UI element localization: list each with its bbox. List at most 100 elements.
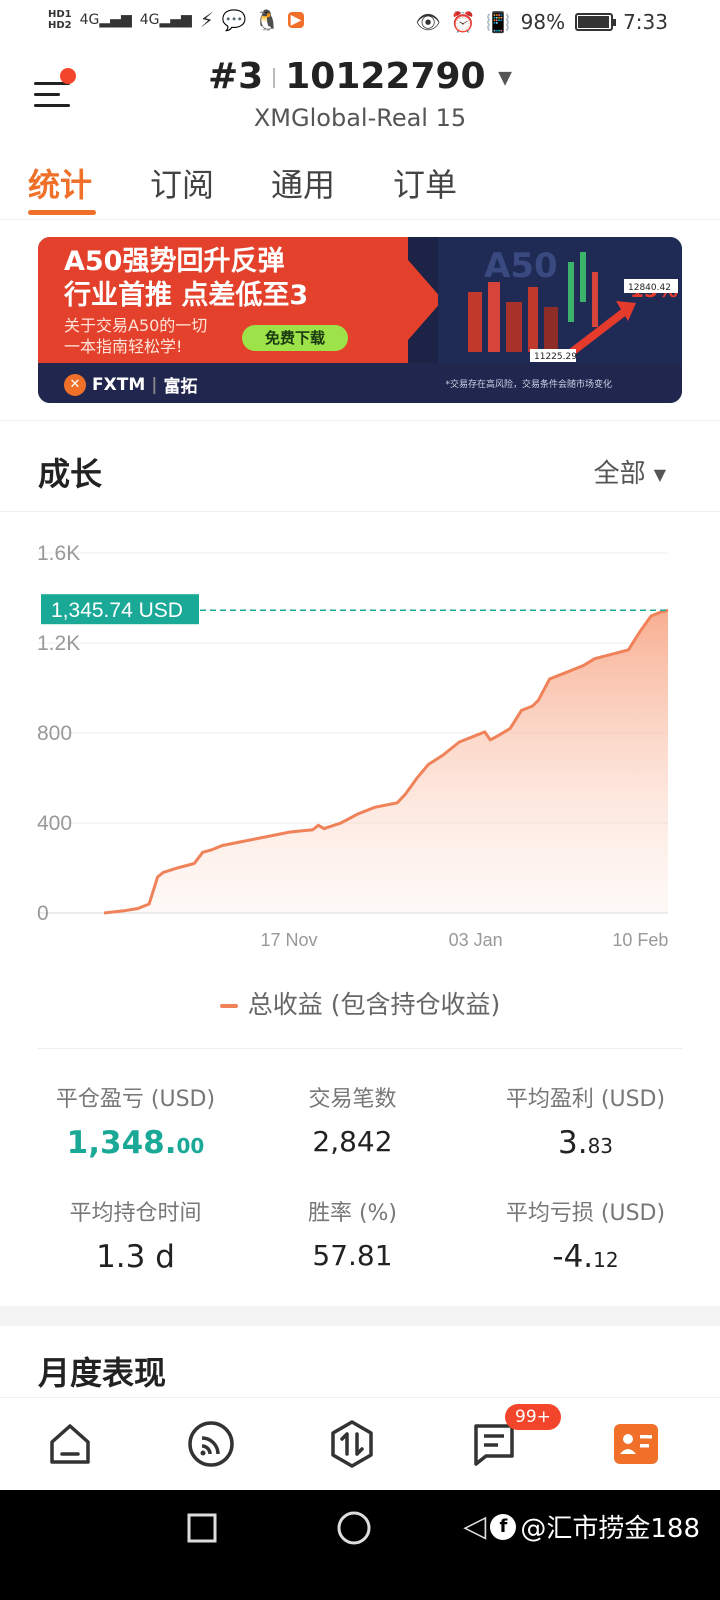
art-price-low: 11225.29 xyxy=(534,352,577,362)
tab-orders[interactable]: 订单 xyxy=(393,160,457,206)
clock: 7:33 xyxy=(623,10,668,34)
stat-int: 3. xyxy=(557,1125,588,1161)
account-prefix: #3 xyxy=(208,56,264,97)
monthly-title: 月度表现 xyxy=(38,1354,167,1392)
fxtm-brand: FXTM xyxy=(92,374,146,395)
trade-icon[interactable] xyxy=(326,1418,378,1470)
wifi-icon: ⚡ xyxy=(199,8,214,32)
art-bar-4 xyxy=(528,287,538,352)
y-tick-label: 0 xyxy=(37,902,49,925)
stat-win-rate: 胜率 (%) 57.81 xyxy=(245,1195,460,1272)
y-tick-label: 1.6K xyxy=(37,542,80,565)
alarm-icon: ⏰ xyxy=(450,10,476,34)
period-filter-label: 全部 xyxy=(593,459,646,489)
stat-label: 交易笔数 xyxy=(308,1087,397,1112)
messages-badge: 99+ xyxy=(505,1404,561,1430)
eye-icon: 👁 xyxy=(415,10,441,34)
banner-subtext: 关于交易A50的一切 一本指南轻松学! xyxy=(64,315,207,357)
banner-sub-1: 关于交易A50的一切 xyxy=(64,316,208,335)
account-separator xyxy=(273,68,276,88)
battery-fill xyxy=(578,16,610,28)
ad-banner[interactable]: A50强势回升反弹 行业首推 点差低至3 关于交易A50的一切 一本指南轻松学!… xyxy=(38,237,682,403)
art-bar-1 xyxy=(468,292,482,352)
home-circle-icon[interactable] xyxy=(336,1510,372,1546)
art-a50-text: A50 xyxy=(484,246,558,286)
home-icon[interactable] xyxy=(44,1418,96,1470)
y-tick-label: 1.2K xyxy=(37,632,80,655)
y-tick-label: 800 xyxy=(37,722,72,745)
art-bar-5 xyxy=(544,307,558,352)
profile-icon[interactable] xyxy=(610,1418,662,1470)
account-selector[interactable]: #3 10122790 ▼ xyxy=(0,56,720,97)
stat-int: 1.3 d xyxy=(96,1239,175,1275)
banner-sub-2: 一本指南轻松学! xyxy=(64,337,183,356)
stat-dec: 83 xyxy=(587,1134,614,1158)
stat-avg-profit: 平均盈利 (USD) 3.83 xyxy=(478,1081,693,1161)
banner-arrow-shape xyxy=(388,237,443,363)
stat-closed-pnl: 平仓盈亏 (USD) 1,348.00 xyxy=(28,1081,243,1161)
banner-footer: ✕ FXTM | 富拓 *交易存在高风险，交易条件会随市场变化 xyxy=(38,363,682,403)
hd2-label: HD2 xyxy=(48,20,72,31)
status-right: 👁 ⏰ 📳 98% 7:33 xyxy=(415,10,668,34)
section-gap xyxy=(0,1306,720,1326)
art-price-high: 12840.42 xyxy=(628,283,671,293)
banner-headline-1: A50强势回升反弹 xyxy=(64,246,285,277)
art-candle-3 xyxy=(592,272,598,327)
stat-label: 平均亏损 (USD) xyxy=(505,1201,666,1226)
banner-disclaimer: *交易存在高风险，交易条件会随市场变化 xyxy=(445,380,612,390)
chevron-down-icon: ▼ xyxy=(653,465,666,484)
stat-int: 2,842 xyxy=(312,1125,393,1158)
bottom-nav: 99+ xyxy=(0,1397,720,1490)
status-bar: HD1 HD2 4G▂▄▆ 4G▂▄▆ ⚡ 💬 🐧 ▶ 👁 ⏰ 📳 98% 7:… xyxy=(0,0,720,48)
stat-value: -4.12 xyxy=(478,1239,693,1275)
recents-icon[interactable] xyxy=(186,1512,218,1544)
qq-icon: 🐧 xyxy=(254,8,280,32)
feed-icon[interactable] xyxy=(185,1418,237,1470)
stat-value: 3.83 xyxy=(478,1125,693,1161)
back-icon[interactable]: ◁ xyxy=(463,1509,486,1544)
tab-subscribe[interactable]: 订阅 xyxy=(150,160,214,206)
signal-2-icon: 4G▂▄▆ xyxy=(139,12,192,28)
facebook-icon: f xyxy=(490,1513,517,1540)
art-candle-2 xyxy=(580,252,586,302)
stat-int: 1,348. xyxy=(66,1125,177,1161)
growth-area xyxy=(104,610,668,913)
art-bar-3 xyxy=(506,302,522,352)
signal-2-label: 4G xyxy=(139,12,160,28)
growth-title: 成长 xyxy=(38,455,103,493)
y-tick-label: 400 xyxy=(37,812,72,835)
banner-artwork: A50 15% 12840.42 11225.29 xyxy=(438,237,682,363)
stat-value: 57.81 xyxy=(245,1239,460,1272)
watermark-text: @汇市捞金188 xyxy=(520,1514,700,1544)
battery-percent: 98% xyxy=(520,10,566,34)
stat-value: 1.3 d xyxy=(28,1239,243,1275)
signal-1-icon: 4G▂▄▆ xyxy=(79,12,132,28)
header: #3 10122790 ▼ XMGlobal-Real 15 xyxy=(0,48,720,148)
account-server: XMGlobal-Real 15 xyxy=(253,104,467,132)
x-axis-ticks: 17 Nov 03 Jan 10 Feb xyxy=(260,930,668,950)
period-filter[interactable]: 全部 ▼ xyxy=(594,453,666,490)
video-app-icon: ▶ xyxy=(287,12,305,28)
tab-general[interactable]: 通用 xyxy=(271,160,335,206)
stat-avg-loss: 平均亏损 (USD) -4.12 xyxy=(478,1195,693,1275)
chevron-down-icon: ▼ xyxy=(498,67,512,89)
stat-label: 胜率 (%) xyxy=(307,1201,398,1226)
art-bar-2 xyxy=(488,282,500,352)
status-left: HD1 HD2 4G▂▄▆ 4G▂▄▆ ⚡ 💬 🐧 ▶ xyxy=(48,8,305,32)
banner-download-button[interactable]: 免费下载 xyxy=(242,325,348,351)
growth-chart[interactable]: 0 400 800 1.2K 1.6K 17 Nov 03 Jan 10 Feb 1,345… xyxy=(0,515,720,965)
x-tick-label: 10 Feb xyxy=(612,930,668,950)
legend-label: 总收益 (包含持仓收益) xyxy=(247,990,501,1019)
stat-label: 平仓盈亏 (USD) xyxy=(55,1087,216,1112)
stats-grid: 平仓盈亏 (USD) 1,348.00 交易笔数 2,842 平均盈利 (USD… xyxy=(38,1048,682,1298)
legend-swatch xyxy=(219,1004,238,1008)
x-tick-label: 03 Jan xyxy=(449,930,503,950)
fxtm-logo: ✕ FXTM | 富拓 xyxy=(64,372,197,397)
current-value-label: 1,345.74 USD xyxy=(51,599,183,622)
stat-int: 57.81 xyxy=(312,1239,393,1272)
tab-stats[interactable]: 统计 xyxy=(28,160,92,206)
tab-bar: 统计 订阅 通用 订单 xyxy=(0,148,720,220)
stat-int: -4. xyxy=(552,1239,594,1275)
signal-1-label: 4G xyxy=(79,12,100,28)
wechat-icon: 💬 xyxy=(221,8,247,32)
